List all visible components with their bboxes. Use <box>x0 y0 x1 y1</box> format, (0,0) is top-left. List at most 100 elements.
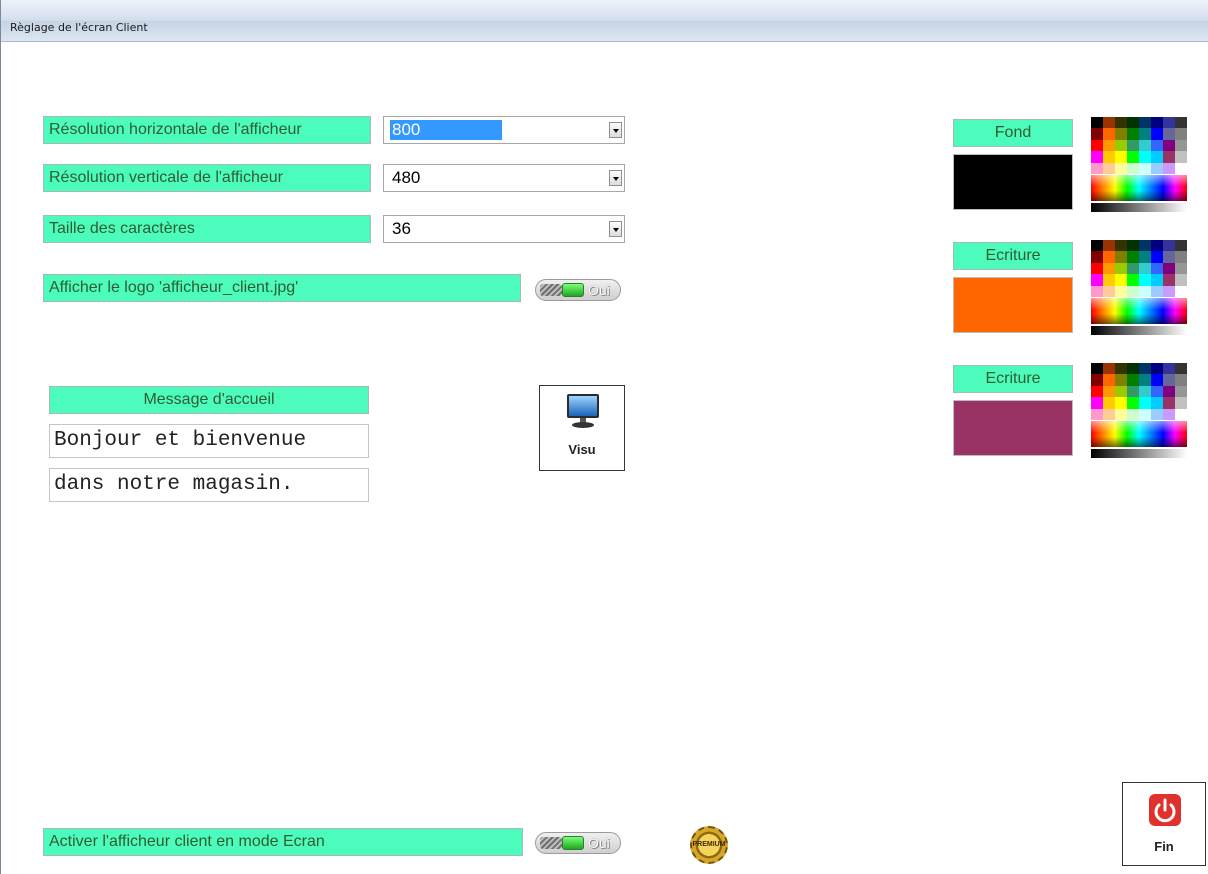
palette-color-cell[interactable] <box>1151 385 1163 398</box>
palette-color-cell[interactable] <box>1115 117 1127 129</box>
palette-color-cell[interactable] <box>1115 285 1127 297</box>
toggle-knob[interactable] <box>562 836 584 850</box>
palette-color-cell[interactable] <box>1139 251 1151 263</box>
palette-color-cell[interactable] <box>1091 128 1103 140</box>
palette-color-cell[interactable] <box>1151 363 1163 375</box>
palette-color-cell[interactable] <box>1103 274 1115 286</box>
welcome-line1-input[interactable]: Bonjour et bienvenue <box>49 424 369 458</box>
palette-color-cell[interactable] <box>1127 363 1139 375</box>
ecriture1-palette[interactable] <box>1091 240 1187 336</box>
palette-color-cell[interactable] <box>1115 397 1127 409</box>
palette-color-cell[interactable] <box>1127 128 1139 140</box>
palette-color-cell[interactable] <box>1139 162 1151 174</box>
palette-color-cell[interactable] <box>1127 285 1139 297</box>
hres-select[interactable]: 800 <box>383 116 625 144</box>
palette-color-cell[interactable] <box>1151 139 1163 152</box>
activate-toggle[interactable]: Oui <box>535 832 621 854</box>
palette-color-cell[interactable] <box>1091 274 1103 286</box>
palette-color-cell[interactable] <box>1163 397 1175 409</box>
palette-color-cell[interactable] <box>1175 385 1187 398</box>
palette-color-cell[interactable] <box>1115 128 1127 140</box>
palette-color-cell[interactable] <box>1175 128 1187 140</box>
palette-spectrum[interactable] <box>1091 175 1187 201</box>
ecriture2-color-swatch[interactable] <box>953 400 1073 456</box>
palette-color-cell[interactable] <box>1175 363 1187 375</box>
palette-color-cell[interactable] <box>1151 151 1163 163</box>
font-size-select[interactable]: 36 <box>383 215 625 243</box>
palette-color-cell[interactable] <box>1151 240 1163 252</box>
palette-color-cell[interactable] <box>1175 251 1187 263</box>
welcome-line2-input[interactable]: dans notre magasin. <box>49 468 369 502</box>
visu-button[interactable]: Visu <box>539 385 625 471</box>
palette-color-cell[interactable] <box>1163 162 1175 174</box>
palette-color-cell[interactable] <box>1139 374 1151 386</box>
palette-grayscale[interactable] <box>1091 203 1187 212</box>
fond-color-swatch[interactable] <box>953 154 1073 210</box>
palette-color-cell[interactable] <box>1127 262 1139 275</box>
palette-color-cell[interactable] <box>1103 262 1115 275</box>
chevron-down-icon[interactable] <box>609 122 622 138</box>
palette-color-cell[interactable] <box>1151 128 1163 140</box>
palette-color-cell[interactable] <box>1175 162 1187 174</box>
palette-color-cell[interactable] <box>1175 117 1187 129</box>
fond-palette[interactable] <box>1091 117 1187 213</box>
palette-color-cell[interactable] <box>1103 117 1115 129</box>
palette-color-cell[interactable] <box>1151 408 1163 420</box>
palette-color-cell[interactable] <box>1163 151 1175 163</box>
palette-color-cell[interactable] <box>1163 374 1175 386</box>
palette-color-cell[interactable] <box>1091 262 1103 275</box>
palette-color-cell[interactable] <box>1139 397 1151 409</box>
vres-select[interactable]: 480 <box>383 164 625 192</box>
palette-color-cell[interactable] <box>1091 285 1103 297</box>
toggle-knob[interactable] <box>562 283 584 297</box>
palette-color-cell[interactable] <box>1115 385 1127 398</box>
palette-grid[interactable] <box>1091 240 1187 297</box>
palette-color-cell[interactable] <box>1139 139 1151 152</box>
palette-color-cell[interactable] <box>1163 262 1175 275</box>
palette-color-cell[interactable] <box>1163 128 1175 140</box>
palette-color-cell[interactable] <box>1103 385 1115 398</box>
palette-color-cell[interactable] <box>1103 374 1115 386</box>
palette-color-cell[interactable] <box>1091 363 1103 375</box>
palette-color-cell[interactable] <box>1151 262 1163 275</box>
palette-color-cell[interactable] <box>1163 363 1175 375</box>
palette-color-cell[interactable] <box>1127 139 1139 152</box>
palette-color-cell[interactable] <box>1115 408 1127 420</box>
palette-color-cell[interactable] <box>1127 162 1139 174</box>
palette-grid[interactable] <box>1091 117 1187 174</box>
palette-color-cell[interactable] <box>1091 151 1103 163</box>
palette-color-cell[interactable] <box>1175 240 1187 252</box>
palette-color-cell[interactable] <box>1115 162 1127 174</box>
palette-color-cell[interactable] <box>1175 139 1187 152</box>
palette-color-cell[interactable] <box>1091 251 1103 263</box>
palette-color-cell[interactable] <box>1175 151 1187 163</box>
palette-color-cell[interactable] <box>1091 117 1103 129</box>
palette-color-cell[interactable] <box>1115 274 1127 286</box>
palette-color-cell[interactable] <box>1127 251 1139 263</box>
palette-color-cell[interactable] <box>1175 274 1187 286</box>
palette-color-cell[interactable] <box>1103 139 1115 152</box>
palette-color-cell[interactable] <box>1163 251 1175 263</box>
palette-color-cell[interactable] <box>1163 285 1175 297</box>
palette-color-cell[interactable] <box>1115 240 1127 252</box>
palette-color-cell[interactable] <box>1139 285 1151 297</box>
palette-color-cell[interactable] <box>1103 128 1115 140</box>
palette-color-cell[interactable] <box>1175 408 1187 420</box>
palette-color-cell[interactable] <box>1139 385 1151 398</box>
palette-color-cell[interactable] <box>1139 363 1151 375</box>
chevron-down-icon[interactable] <box>609 221 622 237</box>
palette-color-cell[interactable] <box>1151 374 1163 386</box>
ecriture1-color-swatch[interactable] <box>953 277 1073 333</box>
palette-color-cell[interactable] <box>1175 374 1187 386</box>
palette-spectrum[interactable] <box>1091 298 1187 324</box>
palette-spectrum[interactable] <box>1091 421 1187 447</box>
palette-color-cell[interactable] <box>1115 374 1127 386</box>
palette-color-cell[interactable] <box>1163 385 1175 398</box>
palette-color-cell[interactable] <box>1103 397 1115 409</box>
palette-color-cell[interactable] <box>1127 151 1139 163</box>
chevron-down-icon[interactable] <box>609 170 622 186</box>
palette-color-cell[interactable] <box>1151 274 1163 286</box>
palette-color-cell[interactable] <box>1151 251 1163 263</box>
palette-color-cell[interactable] <box>1115 262 1127 275</box>
palette-color-cell[interactable] <box>1139 262 1151 275</box>
